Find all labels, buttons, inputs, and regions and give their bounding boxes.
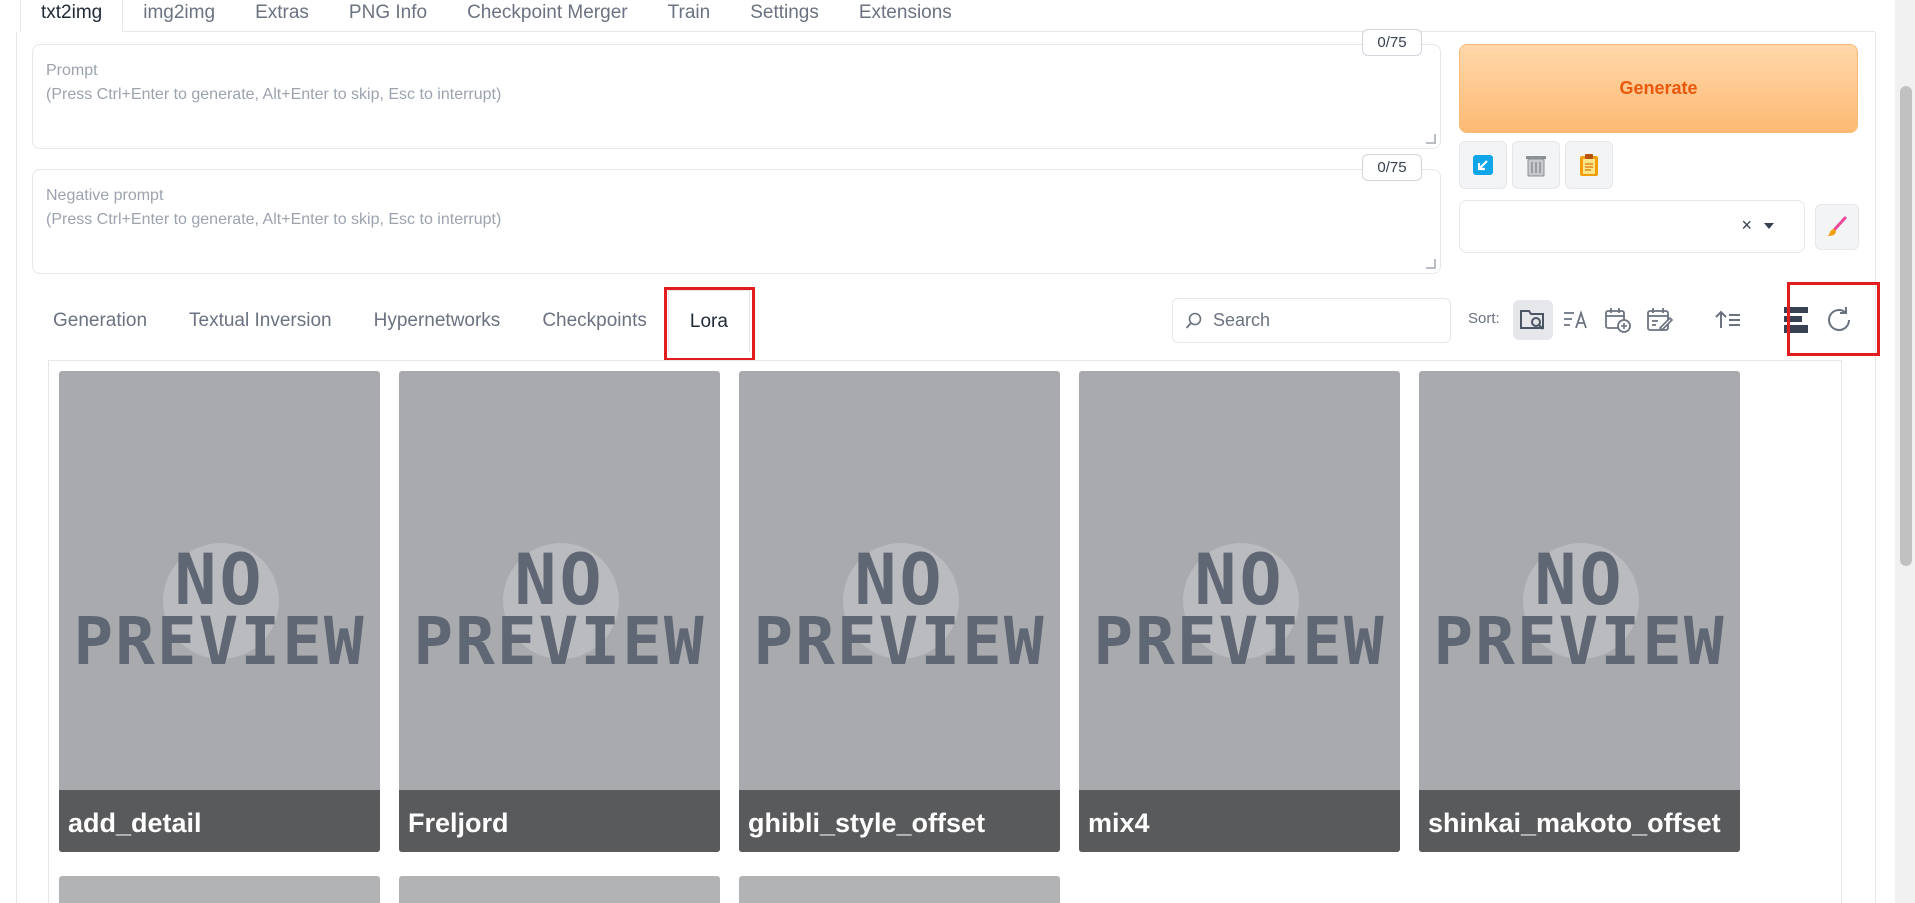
tab-png-info[interactable]: PNG Info <box>329 0 447 32</box>
sort-ascending-icon <box>1715 310 1740 328</box>
read-params-button[interactable] <box>1459 141 1507 189</box>
tab-settings[interactable]: Settings <box>730 0 839 32</box>
tab-img2img[interactable]: img2img <box>123 0 235 32</box>
sort-by-date-modified-button[interactable] <box>1640 300 1680 340</box>
prompt-textarea[interactable]: Prompt (Press Ctrl+Enter to generate, Al… <box>32 44 1441 149</box>
no-preview-text: PREVIEW <box>413 603 706 680</box>
styles-dropdown[interactable]: × <box>1459 200 1805 253</box>
clipboard-icon <box>1580 154 1598 176</box>
paste-styles-button[interactable] <box>1565 141 1613 189</box>
search-icon <box>1185 312 1202 329</box>
lora-card-name: shinkai_makoto_offset <box>1419 790 1740 852</box>
arrow-down-left-icon <box>1473 155 1493 175</box>
scrollbar-thumb[interactable] <box>1900 86 1912 566</box>
search-input[interactable]: Search <box>1172 298 1451 343</box>
negative-prompt-token-counter: 0/75 <box>1362 154 1422 181</box>
tab-extensions[interactable]: Extensions <box>839 0 972 32</box>
lora-card[interactable]: NO PREVIEW Freljord <box>399 371 720 852</box>
tab-hypernetworks[interactable]: Hypernetworks <box>353 290 522 352</box>
clear-prompt-button[interactable] <box>1512 141 1560 189</box>
folder-search-icon <box>1520 310 1544 330</box>
sort-order-button[interactable] <box>1708 300 1748 340</box>
sort-by-name-button[interactable] <box>1556 300 1596 340</box>
tab-checkpoints[interactable]: Checkpoints <box>521 290 668 352</box>
negative-prompt-placeholder: Negative prompt (Press Ctrl+Enter to gen… <box>46 187 502 228</box>
trash-icon <box>1526 156 1546 177</box>
sort-by-path-button[interactable] <box>1513 300 1553 340</box>
lora-card-name: add_detail <box>59 790 380 852</box>
tab-checkpoint-merger[interactable]: Checkpoint Merger <box>447 0 648 32</box>
extra-networks-tab-bar: Generation Textual Inversion Hypernetwor… <box>32 290 750 352</box>
sort-label: Sort: <box>1468 310 1500 327</box>
lora-card-name: mix4 <box>1079 790 1400 852</box>
chevron-down-icon <box>1764 223 1774 229</box>
page-scrollbar[interactable] <box>1895 0 1915 903</box>
lora-card[interactable]: NO PREVIEW shinkai_makoto_offset <box>1419 371 1740 852</box>
resize-handle-icon[interactable] <box>1426 134 1436 144</box>
edit-styles-button[interactable] <box>1815 204 1859 250</box>
lora-card[interactable] <box>399 876 720 903</box>
tab-textual-inversion[interactable]: Textual Inversion <box>168 290 353 352</box>
webui-root: txt2img img2img Extras PNG Info Checkpoi… <box>0 0 1915 903</box>
sort-by-date-created-button[interactable] <box>1598 300 1638 340</box>
tab-txt2img[interactable]: txt2img <box>20 0 124 32</box>
resize-handle-icon[interactable] <box>1426 259 1436 269</box>
tab-generation[interactable]: Generation <box>32 290 168 352</box>
negative-prompt-textarea[interactable]: Negative prompt (Press Ctrl+Enter to gen… <box>32 169 1441 274</box>
refresh-highlight <box>1787 282 1880 356</box>
sort-alphabetical-icon <box>1564 310 1587 329</box>
lora-card[interactable]: NO PREVIEW mix4 <box>1079 371 1400 852</box>
generate-button[interactable]: Generate <box>1459 44 1858 133</box>
calendar-edit-icon <box>1647 308 1674 332</box>
lora-card[interactable]: NO PREVIEW add_detail <box>59 371 380 852</box>
prompt-placeholder: Prompt (Press Ctrl+Enter to generate, Al… <box>46 62 502 103</box>
paintbrush-icon <box>1828 216 1847 236</box>
tab-extras[interactable]: Extras <box>235 0 329 32</box>
calendar-add-icon <box>1605 308 1631 333</box>
main-tab-bar: txt2img img2img Extras PNG Info Checkpoi… <box>20 0 1875 32</box>
lora-tab-highlight <box>664 287 755 361</box>
lora-card[interactable]: NO PREVIEW ghibli_style_offset <box>739 371 1060 852</box>
prompt-token-counter: 0/75 <box>1362 29 1422 56</box>
lora-card[interactable] <box>59 876 380 903</box>
lora-card-name: ghibli_style_offset <box>739 790 1060 852</box>
clear-selection-icon[interactable]: × <box>1741 215 1752 236</box>
lora-card[interactable] <box>739 876 1060 903</box>
no-preview-text: PREVIEW <box>73 603 366 680</box>
no-preview-text: PREVIEW <box>1093 603 1386 680</box>
search-placeholder: Search <box>1213 310 1271 330</box>
no-preview-text: PREVIEW <box>1433 603 1726 680</box>
tab-train[interactable]: Train <box>648 0 731 32</box>
lora-card-name: Freljord <box>399 790 720 852</box>
no-preview-text: PREVIEW <box>753 603 1046 680</box>
